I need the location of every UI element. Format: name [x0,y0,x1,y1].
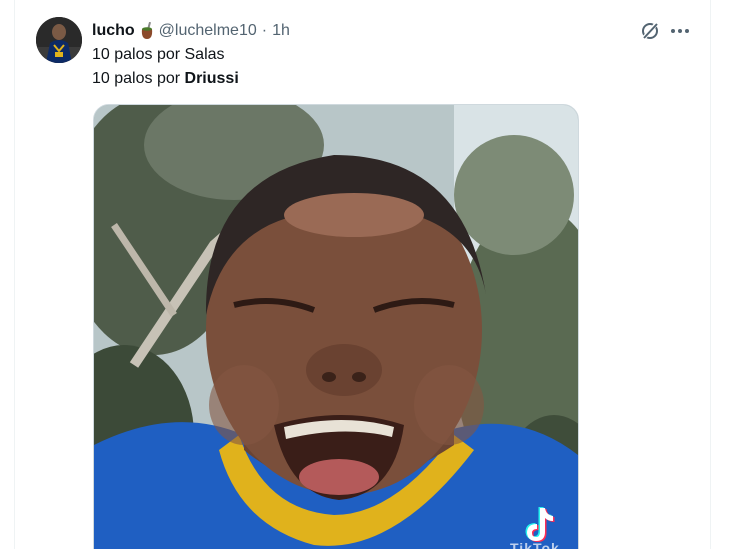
tweet-text-line-2: 10 palos por Driussi [92,70,239,88]
mate-icon [139,22,155,40]
separator-dot: · [261,22,268,39]
tweet-text-line-1: 10 palos por Salas [92,46,225,63]
tweet-media-video[interactable] [93,104,579,549]
timestamp[interactable]: 1h [272,22,290,40]
avatar[interactable] [36,17,82,63]
tiktok-icon [522,506,556,544]
tweet-text-bold-name: Driussi [184,70,239,87]
avatar-image [36,17,82,63]
more-options-icon[interactable] [668,21,692,41]
tiktok-watermark-text: TikTok [510,540,560,549]
tweet-text-line-2-prefix: 10 palos por [92,70,185,87]
user-handle[interactable]: @luchelme10 [159,22,257,40]
timeline-border-right [710,0,711,549]
grok-icon[interactable] [640,21,660,41]
timeline-border-left [14,0,15,549]
display-name[interactable]: lucho [92,22,135,40]
video-frame-image [94,105,578,549]
tweet-card[interactable]: lucho @luchelme10 · 1h 10 palos por Sala… [0,0,730,549]
tweet-header: lucho @luchelme10 · 1h [92,20,290,42]
